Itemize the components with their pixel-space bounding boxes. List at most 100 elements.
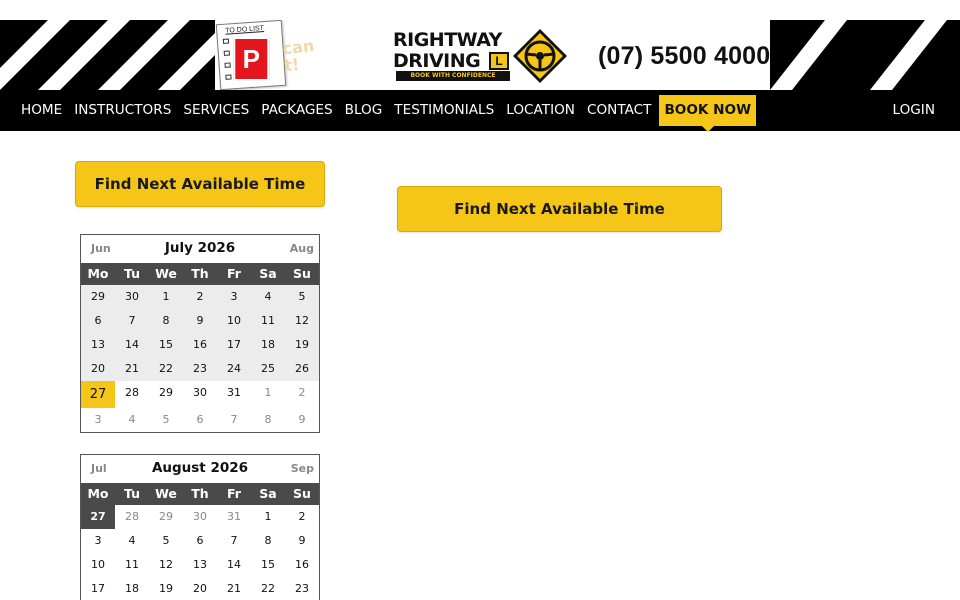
weekday-label: Th [191,266,209,281]
calendar-day[interactable]: 29 [149,381,183,408]
calendar-week: 13 14 15 16 17 18 19 [81,333,319,357]
calendar-day: 15 [149,333,183,357]
l-plate-icon: L [489,52,509,70]
todo-checkbox-icon [225,74,232,80]
calendar-day-other-month[interactable]: 2 [285,381,319,408]
calendar-day-other-month[interactable]: 30 [183,505,217,529]
calendar-day-other-month[interactable]: 4 [115,408,149,432]
calendar-day[interactable]: 1 [251,505,285,529]
todo-checkbox-icon [222,38,230,44]
calendar-weekday-row: Mo Tu We Th Fr Sa Su [81,483,319,505]
calendar-day[interactable]: 11 [115,553,149,577]
calendar-week: 29 30 1 2 3 4 5 [81,285,319,309]
calendar-day: 2 [183,285,217,309]
calendar-day-other-month[interactable]: 8 [251,408,285,432]
calendar-day: 1 [149,285,183,309]
calendar-day[interactable]: 20 [183,577,217,600]
calendar-day[interactable]: 19 [149,577,183,600]
find-next-available-button-main[interactable]: Find Next Available Time [397,186,722,232]
calendar-week: 27 28 29 30 31 1 2 [81,381,319,408]
calendar-day[interactable]: 3 [81,529,115,553]
calendar-day[interactable]: 13 [183,553,217,577]
calendar-day[interactable]: 21 [217,577,251,600]
calendar-week: 10 11 12 13 14 15 16 [81,553,319,577]
calendar-day: 24 [217,357,251,381]
calendar-day[interactable]: 12 [149,553,183,577]
calendar-day[interactable]: 10 [81,553,115,577]
calendar-day[interactable]: 5 [149,529,183,553]
calendar-day[interactable]: 8 [251,529,285,553]
calendar-day[interactable]: 23 [285,577,319,600]
weekday-label: Th [191,486,209,501]
nav-login[interactable]: LOGIN [892,95,935,126]
calendar-day[interactable]: 30 [183,381,217,408]
calendar-day-today[interactable]: 27 [81,381,115,408]
calendar-day: 7 [115,309,149,333]
nav-home[interactable]: HOME [15,95,68,126]
calendar-day-other-month[interactable]: 1 [251,381,285,408]
calendar-day[interactable]: 31 [217,381,251,408]
calendar-day: 21 [115,357,149,381]
calendar-day[interactable]: 18 [115,577,149,600]
calendar-day: 4 [251,285,285,309]
calendar-day: 22 [149,357,183,381]
calendar-day[interactable]: 22 [251,577,285,600]
phone-number[interactable]: (07) 5500 4000 [598,42,770,71]
calendar-day[interactable]: 9 [285,529,319,553]
weekday-label: Su [293,266,311,281]
calendar-day: 6 [81,309,115,333]
calendar-day: 25 [251,357,285,381]
nav-services[interactable]: SERVICES [177,95,255,126]
calendar-week: 20 21 22 23 24 25 26 [81,357,319,381]
todo-checkbox-icon [224,62,231,68]
calendar-day-other-month[interactable]: 7 [217,408,251,432]
calendar-day: 14 [115,333,149,357]
calendar-day-other-month[interactable]: 9 [285,408,319,432]
calendar-day-other-month[interactable]: 28 [115,505,149,529]
calendar-header: Jul August 2026 Sep [81,455,319,483]
calendar-day-other-month[interactable]: 31 [217,505,251,529]
calendar-week: 3 4 5 6 7 8 9 [81,529,319,553]
nav-instructors[interactable]: INSTRUCTORS [68,95,177,126]
calendar-week: 27 28 29 30 31 1 2 [81,505,319,529]
logo-line-1: RIGHTWAY [393,29,502,51]
calendar-day-other-month[interactable]: 5 [149,408,183,432]
nav-location[interactable]: LOCATION [500,95,581,126]
calendar-day[interactable]: 16 [285,553,319,577]
nav-blog[interactable]: BLOG [339,95,389,126]
calendar-day[interactable]: 4 [115,529,149,553]
nav-testimonials[interactable]: TESTIMONIALS [388,95,500,126]
calendar-august: Jul August 2026 Sep Mo Tu We Th Fr Sa Su… [80,454,320,600]
calendar-header: Jun July 2026 Aug [81,235,319,263]
calendar-day[interactable]: 6 [183,529,217,553]
calendar-next-month[interactable]: Sep [291,462,314,475]
nav-packages[interactable]: PACKAGES [255,95,338,126]
calendar-day: 17 [217,333,251,357]
find-next-available-button[interactable]: Find Next Available Time [75,161,325,207]
calendar-day-other-month[interactable]: 6 [183,408,217,432]
todo-checkbox-icon [223,50,230,56]
calendar-weekday-row: Mo Tu We Th Fr Sa Su [81,263,319,285]
nav-book-now[interactable]: BOOK NOW [659,95,757,132]
calendar-day[interactable]: 28 [115,381,149,408]
nav-contact[interactable]: CONTACT [581,95,657,126]
calendar-day-selected[interactable]: 27 [81,505,115,529]
calendar-day-other-month[interactable]: 29 [149,505,183,529]
calendar-day-other-month[interactable]: 3 [81,408,115,432]
steering-wheel-sign-icon [513,29,567,83]
weekday-label: We [155,266,177,281]
calendar-day: 18 [251,333,285,357]
weekday-label: Fr [227,266,241,281]
calendar-day: 20 [81,357,115,381]
logo-tagline: BOOK WITH CONFIDENCE [396,71,510,81]
calendar-day[interactable]: 14 [217,553,251,577]
calendar-day[interactable]: 2 [285,505,319,529]
weekday-label: Su [293,486,311,501]
calendar-day[interactable]: 15 [251,553,285,577]
calendar-day[interactable]: 17 [81,577,115,600]
weekday-label: Sa [259,486,277,501]
calendar-next-month[interactable]: Aug [290,242,314,255]
calendar-day: 9 [183,309,217,333]
calendar-day[interactable]: 7 [217,529,251,553]
calendar-day: 29 [81,285,115,309]
